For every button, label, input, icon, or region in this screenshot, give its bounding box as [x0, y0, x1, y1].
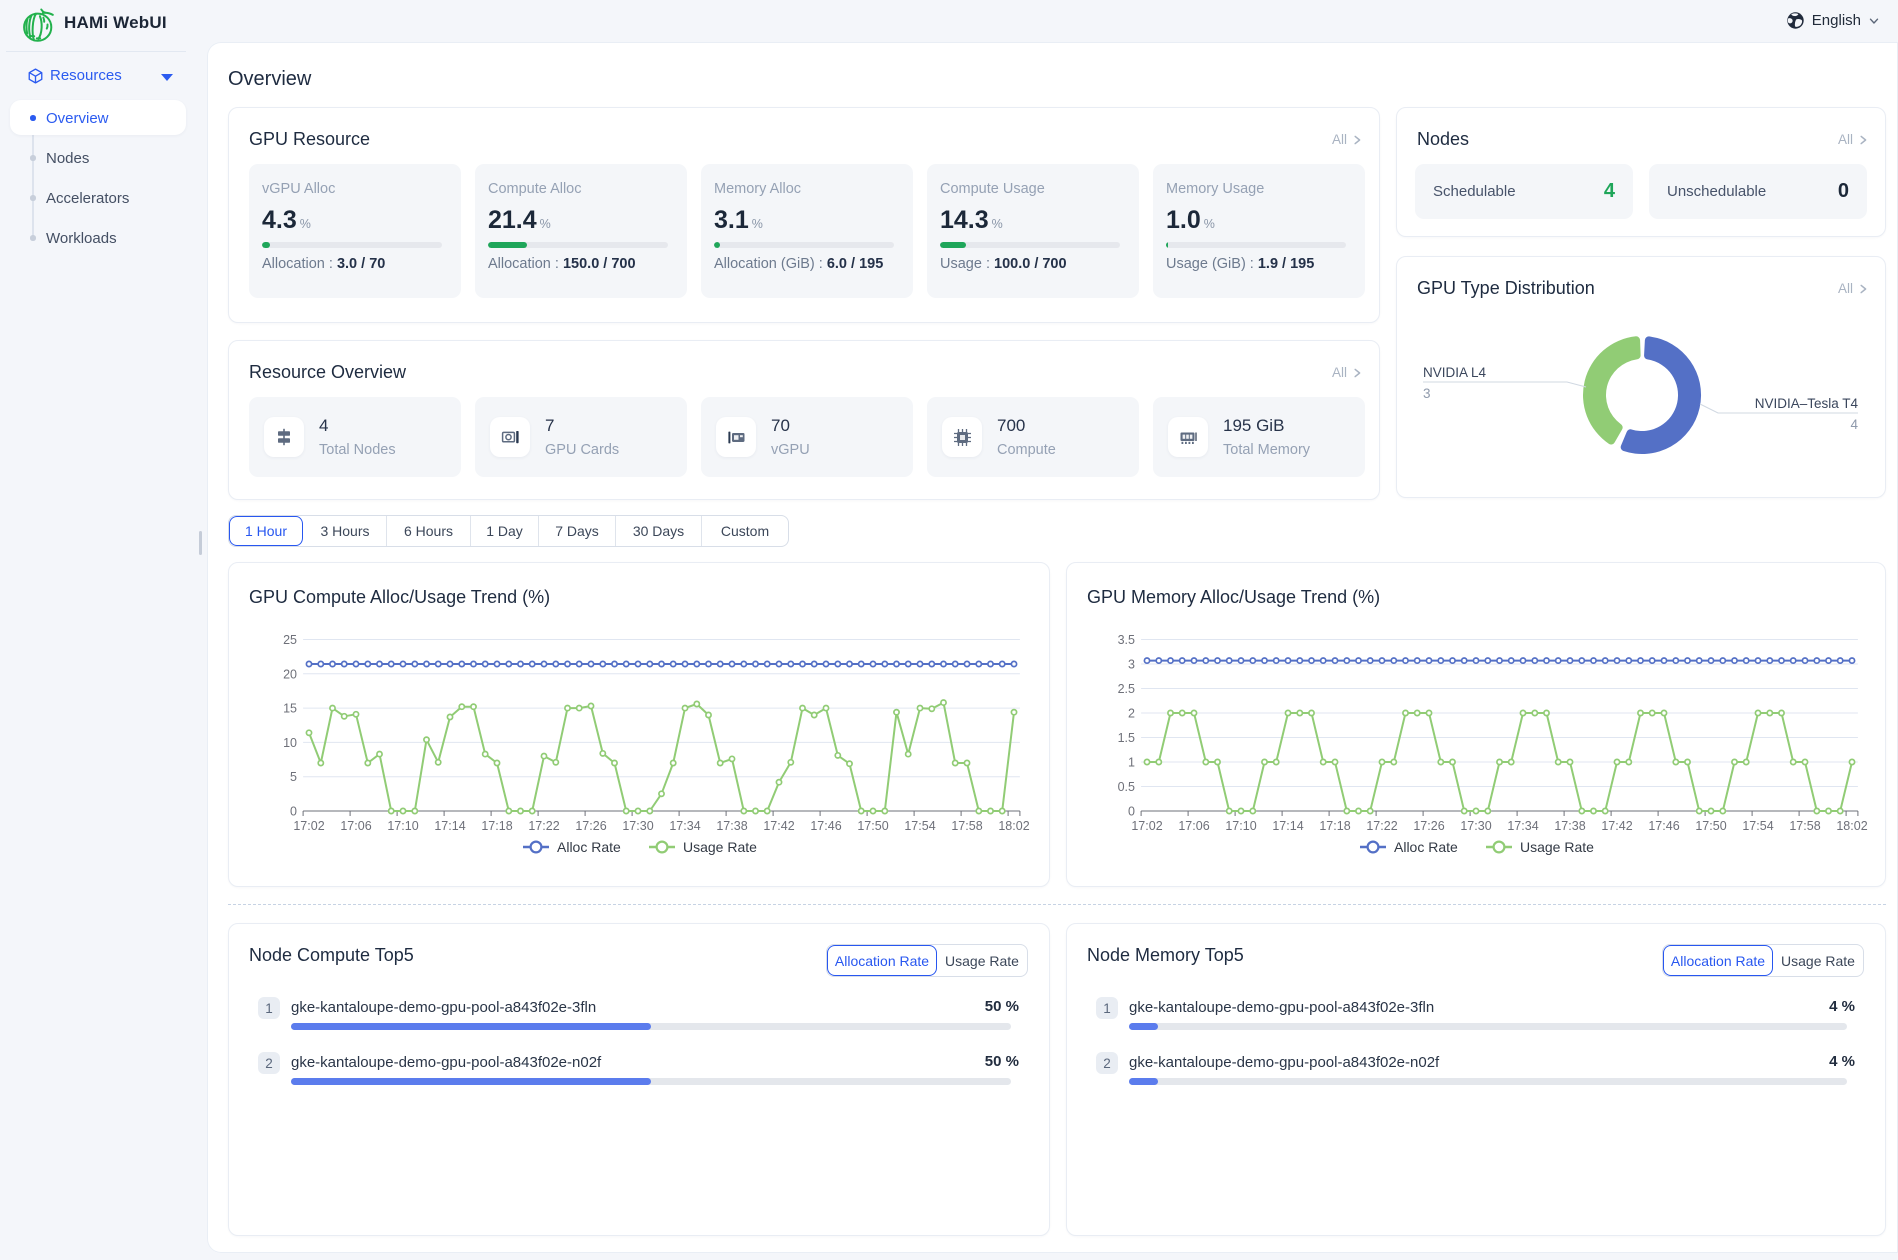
svg-text:20: 20 — [283, 667, 297, 681]
svg-text:17:50: 17:50 — [1695, 819, 1726, 833]
svg-text:3: 3 — [1423, 386, 1431, 401]
svg-text:18:02: 18:02 — [998, 819, 1029, 833]
svg-text:17:34: 17:34 — [669, 819, 700, 833]
svg-text:18:02: 18:02 — [1836, 819, 1867, 833]
svg-text:17:18: 17:18 — [481, 819, 512, 833]
svg-text:Usage Rate: Usage Rate — [1520, 839, 1594, 855]
svg-text:17:10: 17:10 — [387, 819, 418, 833]
svg-text:0: 0 — [290, 805, 297, 819]
svg-text:NVIDIA L4: NVIDIA L4 — [1423, 365, 1487, 380]
svg-text:Alloc Rate: Alloc Rate — [557, 839, 621, 855]
svg-text:17:50: 17:50 — [857, 819, 888, 833]
svg-text:17:58: 17:58 — [1789, 819, 1820, 833]
svg-text:5: 5 — [290, 770, 297, 784]
svg-text:17:54: 17:54 — [1742, 819, 1773, 833]
svg-text:17:38: 17:38 — [716, 819, 747, 833]
svg-text:17:22: 17:22 — [528, 819, 559, 833]
svg-text:4: 4 — [1850, 417, 1858, 432]
svg-text:17:22: 17:22 — [1366, 819, 1397, 833]
svg-text:17:46: 17:46 — [1648, 819, 1679, 833]
svg-text:2: 2 — [1128, 707, 1135, 721]
svg-text:17:30: 17:30 — [622, 819, 653, 833]
svg-text:17:26: 17:26 — [575, 819, 606, 833]
svg-text:1: 1 — [1128, 756, 1135, 770]
svg-text:17:38: 17:38 — [1554, 819, 1585, 833]
svg-text:17:02: 17:02 — [293, 819, 324, 833]
svg-text:17:10: 17:10 — [1225, 819, 1256, 833]
svg-text:17:02: 17:02 — [1131, 819, 1162, 833]
svg-text:17:06: 17:06 — [340, 819, 371, 833]
svg-text:3.5: 3.5 — [1118, 633, 1135, 647]
svg-text:17:58: 17:58 — [951, 819, 982, 833]
svg-text:17:06: 17:06 — [1178, 819, 1209, 833]
svg-text:17:34: 17:34 — [1507, 819, 1538, 833]
svg-text:17:14: 17:14 — [1272, 819, 1303, 833]
svg-text:17:42: 17:42 — [1601, 819, 1632, 833]
svg-text:17:26: 17:26 — [1413, 819, 1444, 833]
svg-text:2.5: 2.5 — [1118, 682, 1135, 696]
svg-text:1.5: 1.5 — [1118, 731, 1135, 745]
svg-text:3: 3 — [1128, 658, 1135, 672]
svg-text:17:46: 17:46 — [810, 819, 841, 833]
svg-text:17:30: 17:30 — [1460, 819, 1491, 833]
svg-text:0: 0 — [1128, 805, 1135, 819]
svg-text:17:14: 17:14 — [434, 819, 465, 833]
svg-text:Usage Rate: Usage Rate — [683, 839, 757, 855]
svg-text:25: 25 — [283, 633, 297, 647]
svg-text:0.5: 0.5 — [1118, 780, 1135, 794]
svg-text:17:18: 17:18 — [1319, 819, 1350, 833]
svg-text:17:42: 17:42 — [763, 819, 794, 833]
svg-text:17:54: 17:54 — [904, 819, 935, 833]
svg-text:10: 10 — [283, 736, 297, 750]
svg-text:Alloc Rate: Alloc Rate — [1394, 839, 1458, 855]
svg-text:NVIDIA–Tesla T4: NVIDIA–Tesla T4 — [1755, 396, 1859, 411]
svg-text:15: 15 — [283, 702, 297, 716]
